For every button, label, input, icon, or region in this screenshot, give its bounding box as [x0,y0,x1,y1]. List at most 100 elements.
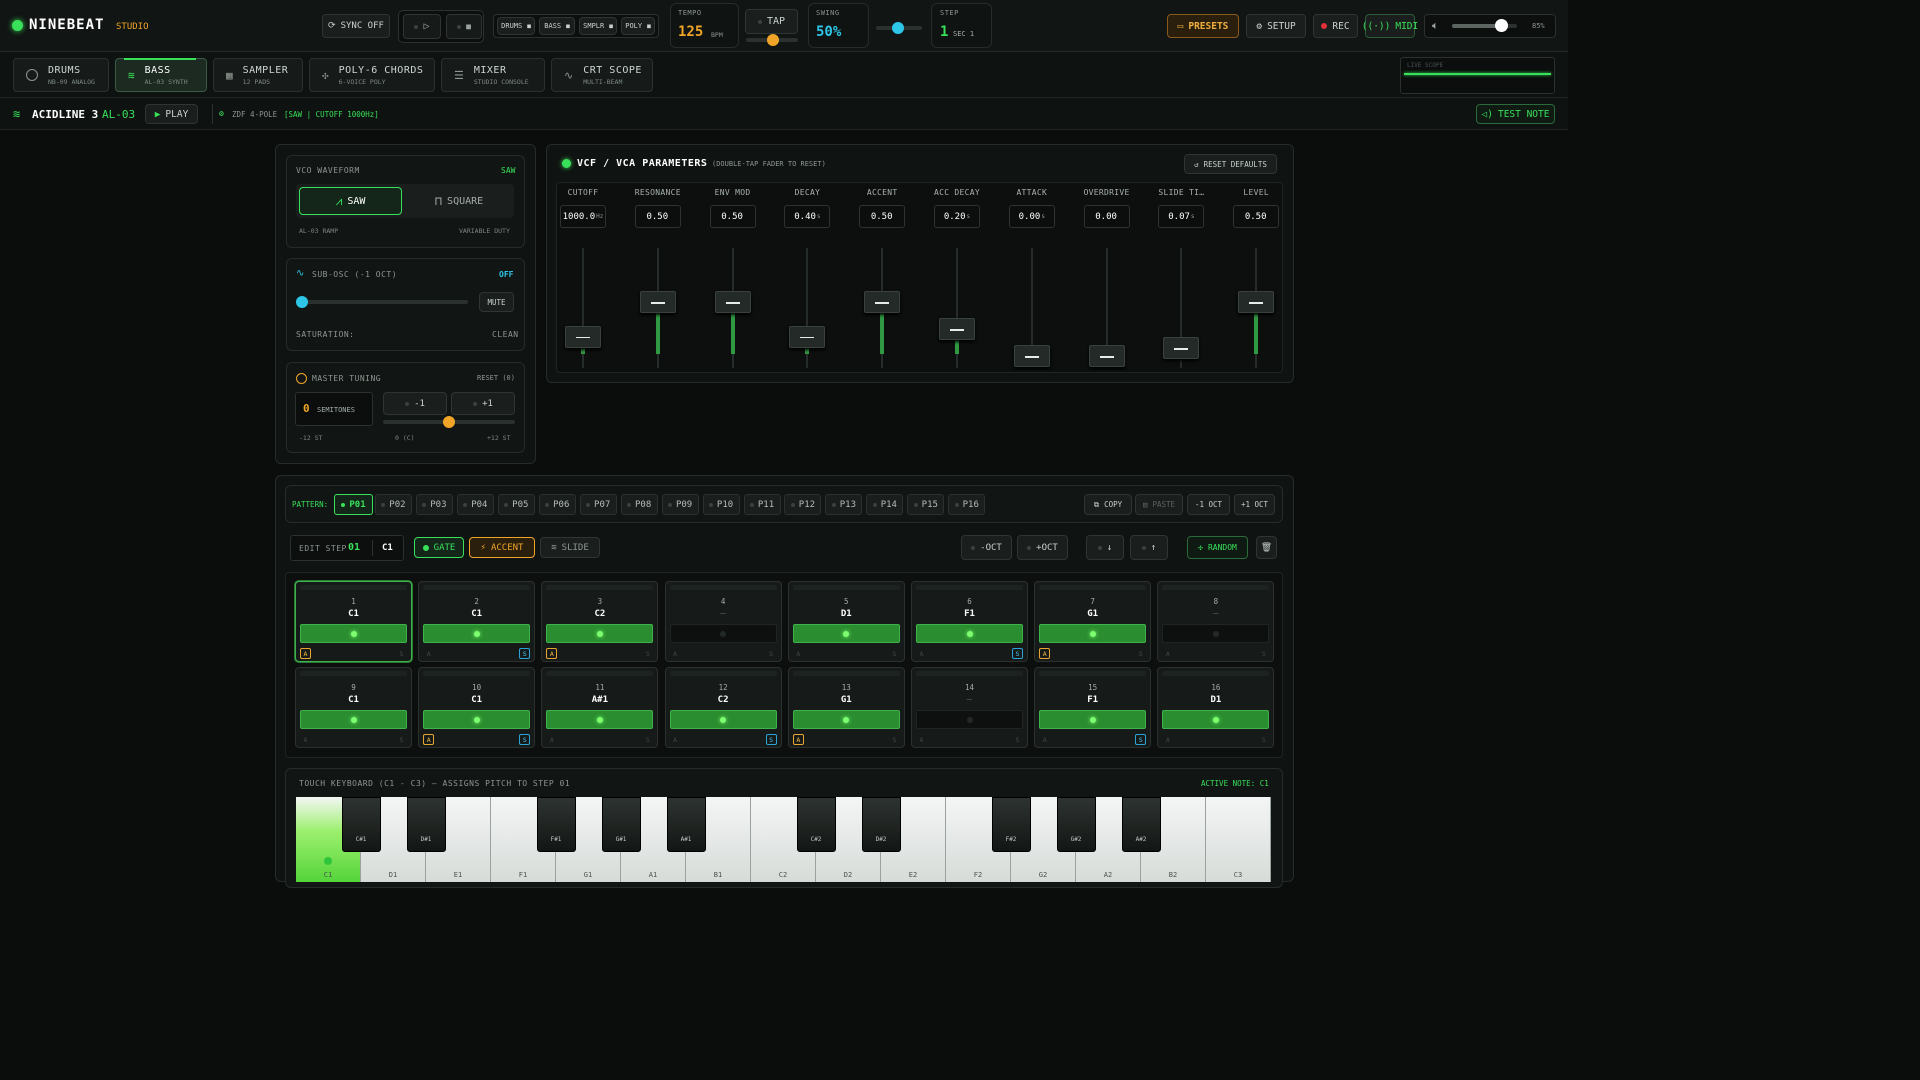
minus-oct-button[interactable]: -OCT [961,535,1012,560]
step-gate[interactable] [1039,710,1147,729]
square-button[interactable]: ⊓ SQUARE [407,187,511,215]
pattern-button-p15[interactable]: P15 [907,494,945,515]
pattern-button-p12[interactable]: P12 [784,494,822,515]
pattern-button-p03[interactable]: P03 [415,494,453,515]
black-key-csharp1[interactable]: C#1 [341,797,381,852]
step-slide-badge[interactable]: S [396,648,407,659]
pattern-button-p16[interactable]: P16 [948,494,986,515]
volume-thumb[interactable] [1495,19,1508,32]
step-slide-badge[interactable]: S [889,648,900,659]
fader-value[interactable]: 0.07 s [1158,205,1205,228]
step-cell[interactable]: 12 C2 A S [664,667,782,748]
fader-level[interactable]: LEVEL 0.50 [1231,186,1281,372]
step-slide-badge[interactable]: S [1258,648,1269,659]
step-slide-badge[interactable]: S [1135,734,1147,745]
fader-handle[interactable] [789,325,826,348]
step-gate[interactable] [1162,624,1270,643]
step-cell[interactable]: 4 — A S [664,581,782,662]
fader-handle[interactable] [714,291,751,313]
step-accent-badge[interactable]: A [546,734,557,745]
pattern-button-p04[interactable]: P04 [456,494,494,515]
step-accent-badge[interactable]: A [670,734,681,745]
pattern-button-p01[interactable]: P01 [334,494,373,515]
step-gate[interactable] [669,710,777,729]
step-slide-badge[interactable]: S [765,734,777,745]
step-cell[interactable]: 10 C1 A S [418,667,536,748]
step-accent-badge[interactable]: A [546,648,558,659]
tuning-slider-thumb[interactable] [443,416,455,428]
pattern-button-p07[interactable]: P07 [579,494,617,515]
black-key-fsharp1[interactable]: F#1 [536,797,576,852]
step-gate[interactable] [300,710,407,729]
fader-resonance[interactable]: RESONANCE 0.50 [633,186,683,372]
step-gate[interactable] [423,710,531,729]
step-gate[interactable] [546,624,654,643]
step-cell[interactable]: 13 G1 A S [787,667,905,748]
pattern-button-p10[interactable]: P10 [702,494,740,515]
black-key-csharp2[interactable]: C#2 [796,797,836,852]
step-cell[interactable]: 7 G1 A S [1034,581,1152,662]
shift-down-button[interactable]: ↓ [1086,535,1124,560]
step-cell[interactable]: 6 F1 A S [911,581,1028,662]
fader-handle[interactable] [1013,345,1050,367]
fader-value[interactable]: 0.50 [1233,205,1280,228]
fader-overdrive[interactable]: OVERDRIVE 0.00 [1082,186,1132,372]
step-gate[interactable] [916,710,1023,729]
fader-value[interactable]: 0.40 s [784,205,831,228]
black-key-asharp1[interactable]: A#1 [666,797,706,852]
step-cell[interactable]: 8 — A S [1157,581,1275,662]
step-slide-badge[interactable]: S [1135,648,1146,659]
accent-toggle[interactable]: ⚡ ACCENT [469,537,535,558]
pattern-button-p02[interactable]: P02 [374,494,412,515]
step-gate[interactable] [546,710,654,729]
pattern-oct-down-button[interactable]: -1 OCT [1187,494,1230,515]
step-slide-badge[interactable]: S [642,648,653,659]
step-accent-badge[interactable]: A [670,648,681,659]
stop-button[interactable]: ■ [446,14,482,39]
step-cell[interactable]: 3 C2 A S [541,581,659,662]
step-gate[interactable] [1162,710,1270,729]
copy-button[interactable]: ⧉ COPY [1084,494,1132,515]
step-gate[interactable] [792,624,900,643]
pattern-button-p11[interactable]: P11 [743,494,781,515]
tab-crt-scope[interactable]: ∿ CRT SCOPE MULTI-BEAM [551,58,653,92]
pattern-button-p06[interactable]: P06 [538,494,576,515]
pattern-button-p05[interactable]: P05 [497,494,535,515]
gate-toggle[interactable]: GATE [414,537,464,558]
fader-value[interactable]: 0.50 [709,205,756,228]
fader-value[interactable]: 0.50 [634,205,681,228]
random-button[interactable]: ✣ RANDOM [1187,536,1248,559]
step-accent-badge[interactable]: A [1039,648,1051,659]
tap-meter-knob[interactable] [767,34,779,46]
pattern-button-p09[interactable]: P09 [661,494,699,515]
step-accent-badge[interactable]: A [1162,648,1173,659]
reset-defaults-button[interactable]: ↺ RESET DEFAULTS [1184,154,1277,174]
step-slide-badge[interactable]: S [1012,648,1023,659]
paste-button[interactable]: ▤ PASTE [1135,494,1183,515]
setup-button[interactable]: ⚙ SETUP [1246,14,1306,38]
tuning-reset-button[interactable]: RESET (0) [476,370,516,386]
step-cell[interactable]: 16 D1 A S [1157,667,1275,748]
step-slide-badge[interactable]: S [642,734,653,745]
play-button[interactable]: ▷ [403,14,441,39]
sub-osc-thumb[interactable] [296,296,308,308]
step-slide-badge[interactable]: S [396,734,407,745]
step-accent-badge[interactable]: A [423,734,435,745]
presets-button[interactable]: ▭ PRESETS [1167,14,1239,38]
fader-handle[interactable] [1238,291,1275,313]
black-key-asharp2[interactable]: A#2 [1121,797,1161,852]
step-cell[interactable]: 1 C1 A S [295,581,412,662]
shift-up-button[interactable]: ↑ [1130,535,1168,560]
tab-mixer[interactable]: ☰ MIXER STUDIO CONSOLE [441,58,545,92]
tab-drums[interactable]: DRUMS NB-09 ANALOG [13,58,109,92]
step-gate[interactable] [669,624,777,643]
fader-handle[interactable] [565,325,601,348]
tuning-minus-button[interactable]: -1 [383,392,447,415]
step-slide-badge[interactable]: S [766,648,777,659]
step-slide-badge[interactable]: S [519,734,531,745]
tuning-plus-button[interactable]: +1 [451,392,515,415]
tap-button[interactable]: TAP [745,9,798,34]
step-cell[interactable]: 5 D1 A S [787,581,905,662]
step-gate[interactable] [792,710,900,729]
fader-handle[interactable] [864,291,901,313]
